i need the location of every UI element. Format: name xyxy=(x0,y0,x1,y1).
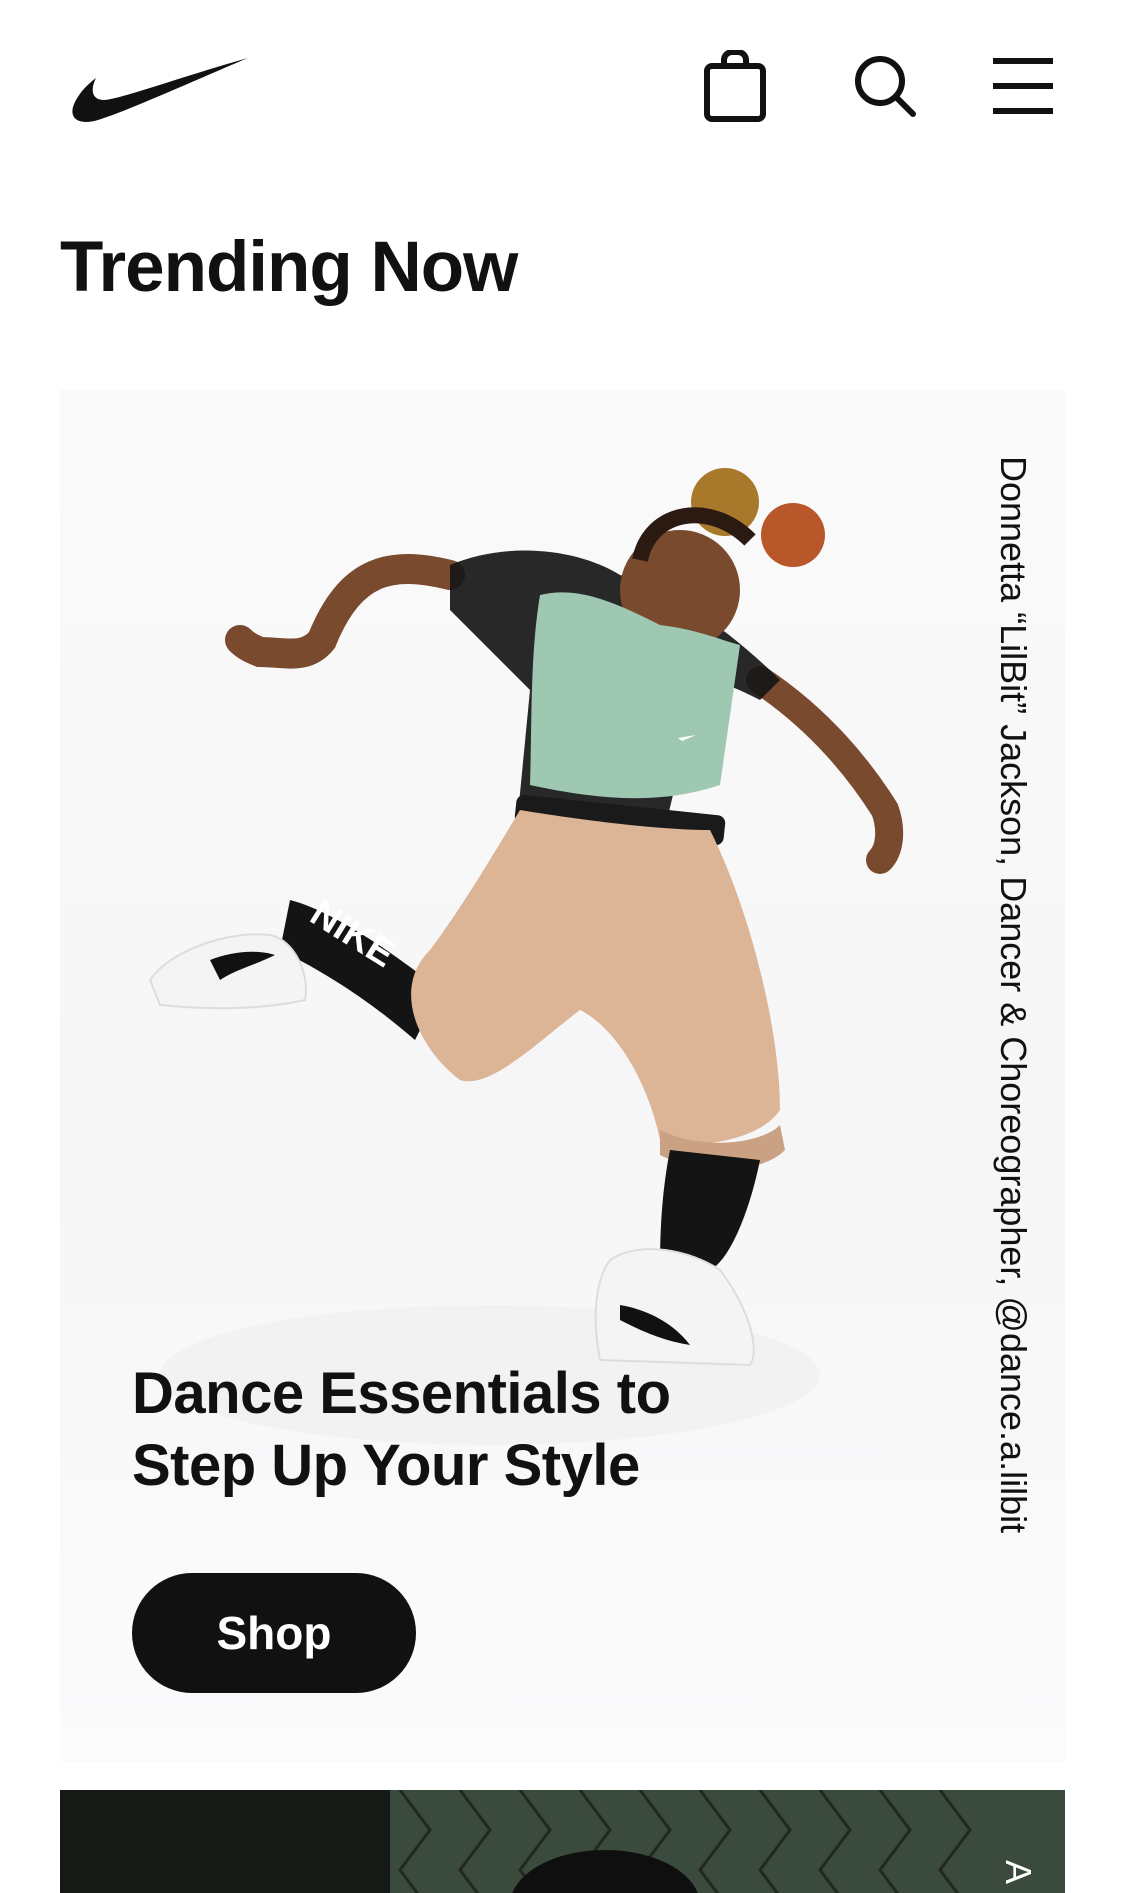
swoosh-logo[interactable] xyxy=(70,56,252,124)
shop-button[interactable]: Shop xyxy=(132,1573,416,1693)
bag-icon[interactable] xyxy=(693,44,777,128)
hero-image: NIKE xyxy=(148,468,904,1445)
photo-credit: A xyxy=(998,1860,1039,1885)
promo-card-dance[interactable]: NIKE Donnetta “LilBit” Jackson, Dancer &… xyxy=(60,390,1065,1762)
section-title: Trending Now xyxy=(60,228,518,307)
card-headline: Dance Essentials to Step Up Your Style xyxy=(132,1361,671,1498)
promo-card-next[interactable]: A xyxy=(60,1790,1065,1893)
search-icon[interactable] xyxy=(843,44,927,128)
next-card-image xyxy=(60,1790,1065,1893)
photo-credit: Donnetta “LilBit” Jackson, Dancer & Chor… xyxy=(993,456,1034,1534)
top-navigation-bar xyxy=(0,0,1125,180)
menu-icon[interactable] xyxy=(981,44,1065,128)
